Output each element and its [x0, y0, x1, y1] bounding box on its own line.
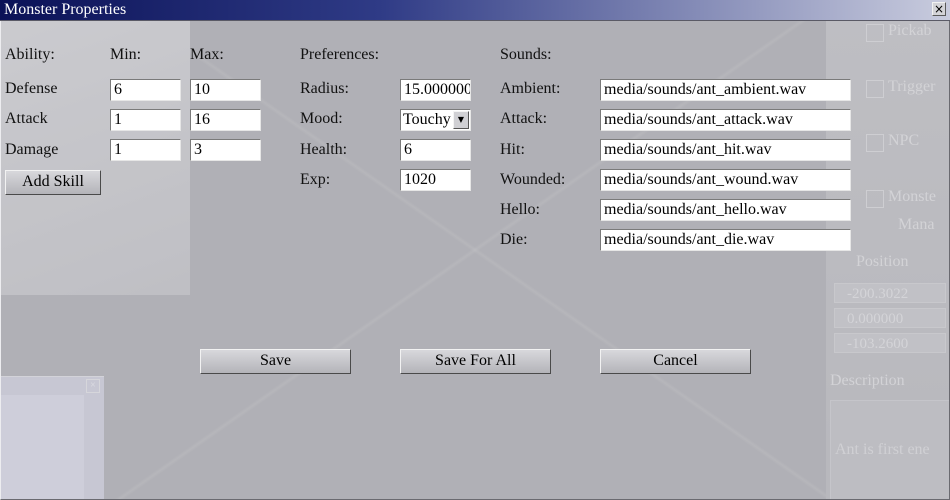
save-button[interactable]: Save	[200, 349, 351, 374]
min-header: Min:	[110, 46, 142, 63]
sounds-header: Sounds:	[500, 46, 552, 63]
window-title: Monster Properties	[4, 1, 127, 18]
mood-select-value: Touchy	[403, 111, 451, 128]
close-icon[interactable]: ×	[932, 2, 946, 16]
save-for-all-button[interactable]: Save For All	[400, 349, 551, 374]
sound-hit-input[interactable]: media/sounds/ant_hit.wav	[600, 139, 851, 161]
damage-min-input[interactable]: 1	[110, 139, 181, 161]
sound-hit-label: Hit:	[500, 141, 525, 158]
sound-wounded-label: Wounded:	[500, 171, 566, 188]
health-input[interactable]: 6	[400, 139, 471, 161]
max-header: Max:	[190, 46, 224, 63]
sound-hello-label: Hello:	[500, 201, 540, 218]
cancel-button[interactable]: Cancel	[600, 349, 751, 374]
damage-max-input[interactable]: 3	[190, 139, 261, 161]
sound-hello-input[interactable]: media/sounds/ant_hello.wav	[600, 199, 851, 221]
sound-ambient-label: Ambient:	[500, 80, 561, 97]
sound-attack-input[interactable]: media/sounds/ant_attack.wav	[600, 109, 851, 131]
attack-max-input[interactable]: 16	[190, 109, 261, 131]
defense-label: Defense	[5, 80, 58, 97]
radius-label: Radius:	[300, 80, 349, 97]
title-bar[interactable]: Monster Properties ×	[0, 0, 950, 21]
monster-properties-dialog: Ability: Min: Max: Defense 6 10 Attack 1…	[0, 21, 950, 500]
damage-label: Damage	[5, 141, 59, 158]
mood-label: Mood:	[300, 110, 343, 127]
health-label: Health:	[300, 141, 348, 158]
attack-label: Attack	[5, 110, 48, 127]
defense-min-input[interactable]: 6	[110, 79, 181, 101]
exp-input[interactable]: 1020	[400, 169, 471, 191]
sound-die-label: Die:	[500, 231, 528, 248]
exp-label: Exp:	[300, 171, 331, 188]
sound-die-input[interactable]: media/sounds/ant_die.wav	[600, 229, 851, 251]
add-skill-button[interactable]: Add Skill	[5, 170, 101, 195]
attack-min-input[interactable]: 1	[110, 109, 181, 131]
sound-ambient-input[interactable]: media/sounds/ant_ambient.wav	[600, 79, 851, 101]
defense-max-input[interactable]: 10	[190, 79, 261, 101]
ability-header: Ability:	[5, 46, 55, 63]
radius-input[interactable]: 15.000000	[400, 79, 471, 101]
chevron-down-icon[interactable]: ▼	[453, 111, 469, 129]
mood-select[interactable]: Touchy ▼	[400, 109, 471, 131]
sound-wounded-input[interactable]: media/sounds/ant_wound.wav	[600, 169, 851, 191]
preferences-header: Preferences:	[300, 46, 380, 63]
sound-attack-label: Attack:	[500, 110, 548, 127]
